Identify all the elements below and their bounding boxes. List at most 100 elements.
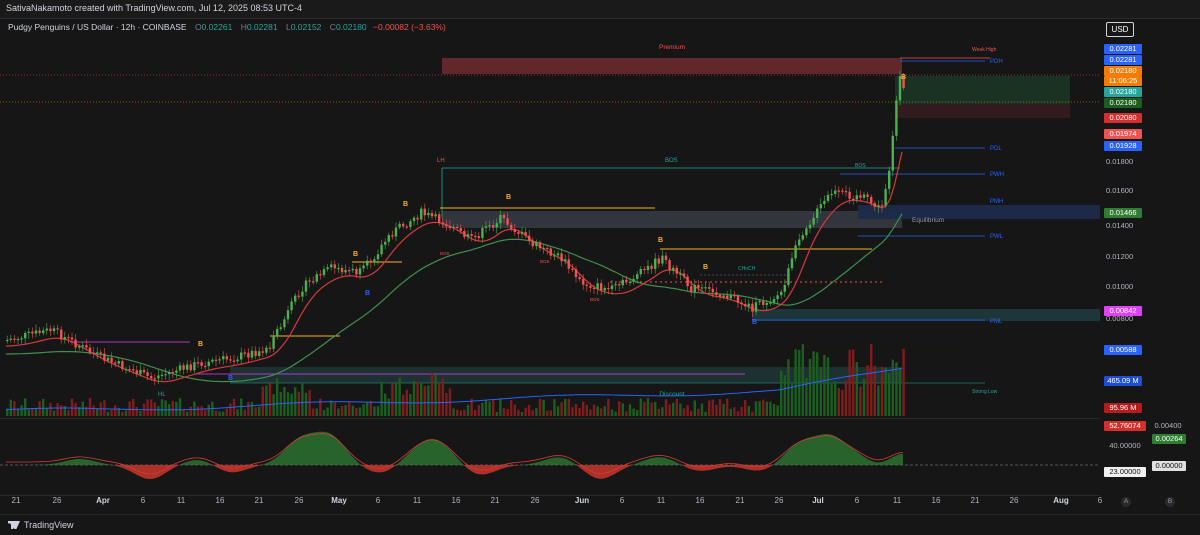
volume-bar: [636, 410, 639, 416]
pdh-price-tag-1: 0.02281: [1104, 44, 1142, 54]
volume-bar: [758, 401, 761, 416]
volume-bar: [474, 409, 477, 416]
candle-body: [528, 235, 531, 241]
candle-body: [222, 356, 225, 360]
candle-body: [632, 278, 635, 282]
long-position-stop[interactable]: [895, 104, 1070, 118]
volume-bar: [643, 401, 646, 416]
volume-bar: [722, 403, 725, 416]
candle-body: [110, 357, 113, 363]
volume-bar: [150, 399, 153, 416]
candle-body: [283, 319, 286, 328]
candle-body: [618, 284, 621, 286]
volume-bar: [409, 393, 412, 416]
candle-body: [384, 241, 387, 245]
volume-bar: [783, 375, 786, 416]
volume-bar: [258, 406, 261, 416]
volume-bar: [236, 409, 239, 416]
candle-body: [42, 330, 45, 334]
volume-bar: [103, 400, 106, 416]
volume-bar: [524, 407, 527, 416]
volume-bar: [160, 399, 164, 416]
candle-body: [870, 196, 873, 204]
volume-bar: [553, 399, 556, 416]
volume-bar: [312, 408, 315, 416]
volume-bar: [880, 366, 884, 416]
candle-body: [153, 378, 156, 380]
volume-bar: [654, 401, 657, 416]
volume-bar: [564, 398, 567, 416]
candle-body: [567, 259, 570, 269]
volume-bar: [344, 405, 347, 416]
volume-bar: [582, 401, 585, 416]
currency-selector[interactable]: USD: [1106, 22, 1134, 37]
oscillator-pane[interactable]: [0, 431, 1100, 479]
candle-body: [794, 245, 797, 259]
volume-tag-2: 95.96 M: [1104, 403, 1142, 413]
volume-bar: [895, 362, 898, 416]
candle-body: [412, 217, 416, 222]
log-scale-button[interactable]: B: [1165, 497, 1175, 507]
volume-bar: [736, 411, 740, 416]
volume-bar: [510, 400, 513, 416]
candle-body: [326, 267, 329, 270]
candle-body: [805, 228, 808, 236]
candle-body: [362, 265, 365, 269]
volume-bar: [445, 392, 448, 416]
volume-bar: [592, 404, 596, 416]
time-label: 26: [774, 496, 784, 505]
time-label: 16: [215, 496, 225, 505]
volume-bar: [704, 411, 707, 416]
volume-bar: [362, 404, 365, 416]
candle-body: [524, 232, 527, 236]
volume-bar: [733, 407, 736, 416]
volume-bar: [351, 405, 354, 416]
long-position-target[interactable]: [895, 76, 1070, 104]
weak-high-label: Weak High: [972, 47, 997, 53]
osc-mid-value: 40.00000: [1109, 441, 1141, 450]
premium-label: Premium: [659, 44, 685, 51]
price-chart-pane[interactable]: Premium Equilibrium Discount Weak High P…: [0, 18, 1100, 496]
volume-bar: [186, 411, 189, 416]
volume-bar: [196, 406, 200, 416]
volume-bar: [531, 410, 534, 416]
volume-bar: [488, 401, 491, 416]
volume-bar: [319, 398, 322, 416]
volume-bar: [56, 402, 59, 416]
volume-bar: [322, 409, 326, 416]
volume-bar: [535, 408, 538, 416]
volume-bar: [315, 408, 318, 416]
candle-body: [294, 295, 297, 302]
volume-bar: [571, 407, 574, 416]
volume-bar: [337, 408, 340, 416]
volume-bar: [164, 400, 167, 416]
time-axis[interactable]: 21 26 Apr 6 11 16 21 26 May 6 11 16 21 2…: [0, 496, 1103, 510]
candle-body: [139, 369, 142, 375]
volume-bar: [794, 349, 797, 416]
volume-bar: [225, 408, 228, 416]
candle-body: [531, 240, 534, 247]
candle-body: [265, 347, 268, 353]
volume-bar: [780, 370, 783, 416]
tradingview-window: SativaNakamoto created with TradingView.…: [0, 0, 1200, 535]
candle-body: [765, 302, 768, 305]
auto-scale-button[interactable]: A: [1121, 497, 1131, 507]
tradingview-logo[interactable]: TradingView: [8, 520, 74, 530]
price-tick-6: 0.00800: [1106, 314, 1134, 323]
volume-bar: [772, 403, 776, 416]
candle-body: [182, 365, 185, 370]
candle-body: [434, 214, 437, 217]
pdh-price-tag-2: 0.02281: [1104, 55, 1142, 65]
candle-body: [236, 359, 239, 362]
candle-body: [160, 374, 164, 376]
candle-body: [477, 236, 480, 239]
pane-separator[interactable]: [0, 418, 1100, 419]
volume-bar: [776, 405, 779, 416]
time-label: 26: [1009, 496, 1019, 505]
volume-bar: [340, 405, 344, 416]
candle-body: [16, 338, 20, 341]
volume-bar: [844, 380, 848, 416]
candle-body: [175, 370, 178, 373]
candle-body: [664, 255, 668, 261]
candle-body: [852, 198, 855, 200]
